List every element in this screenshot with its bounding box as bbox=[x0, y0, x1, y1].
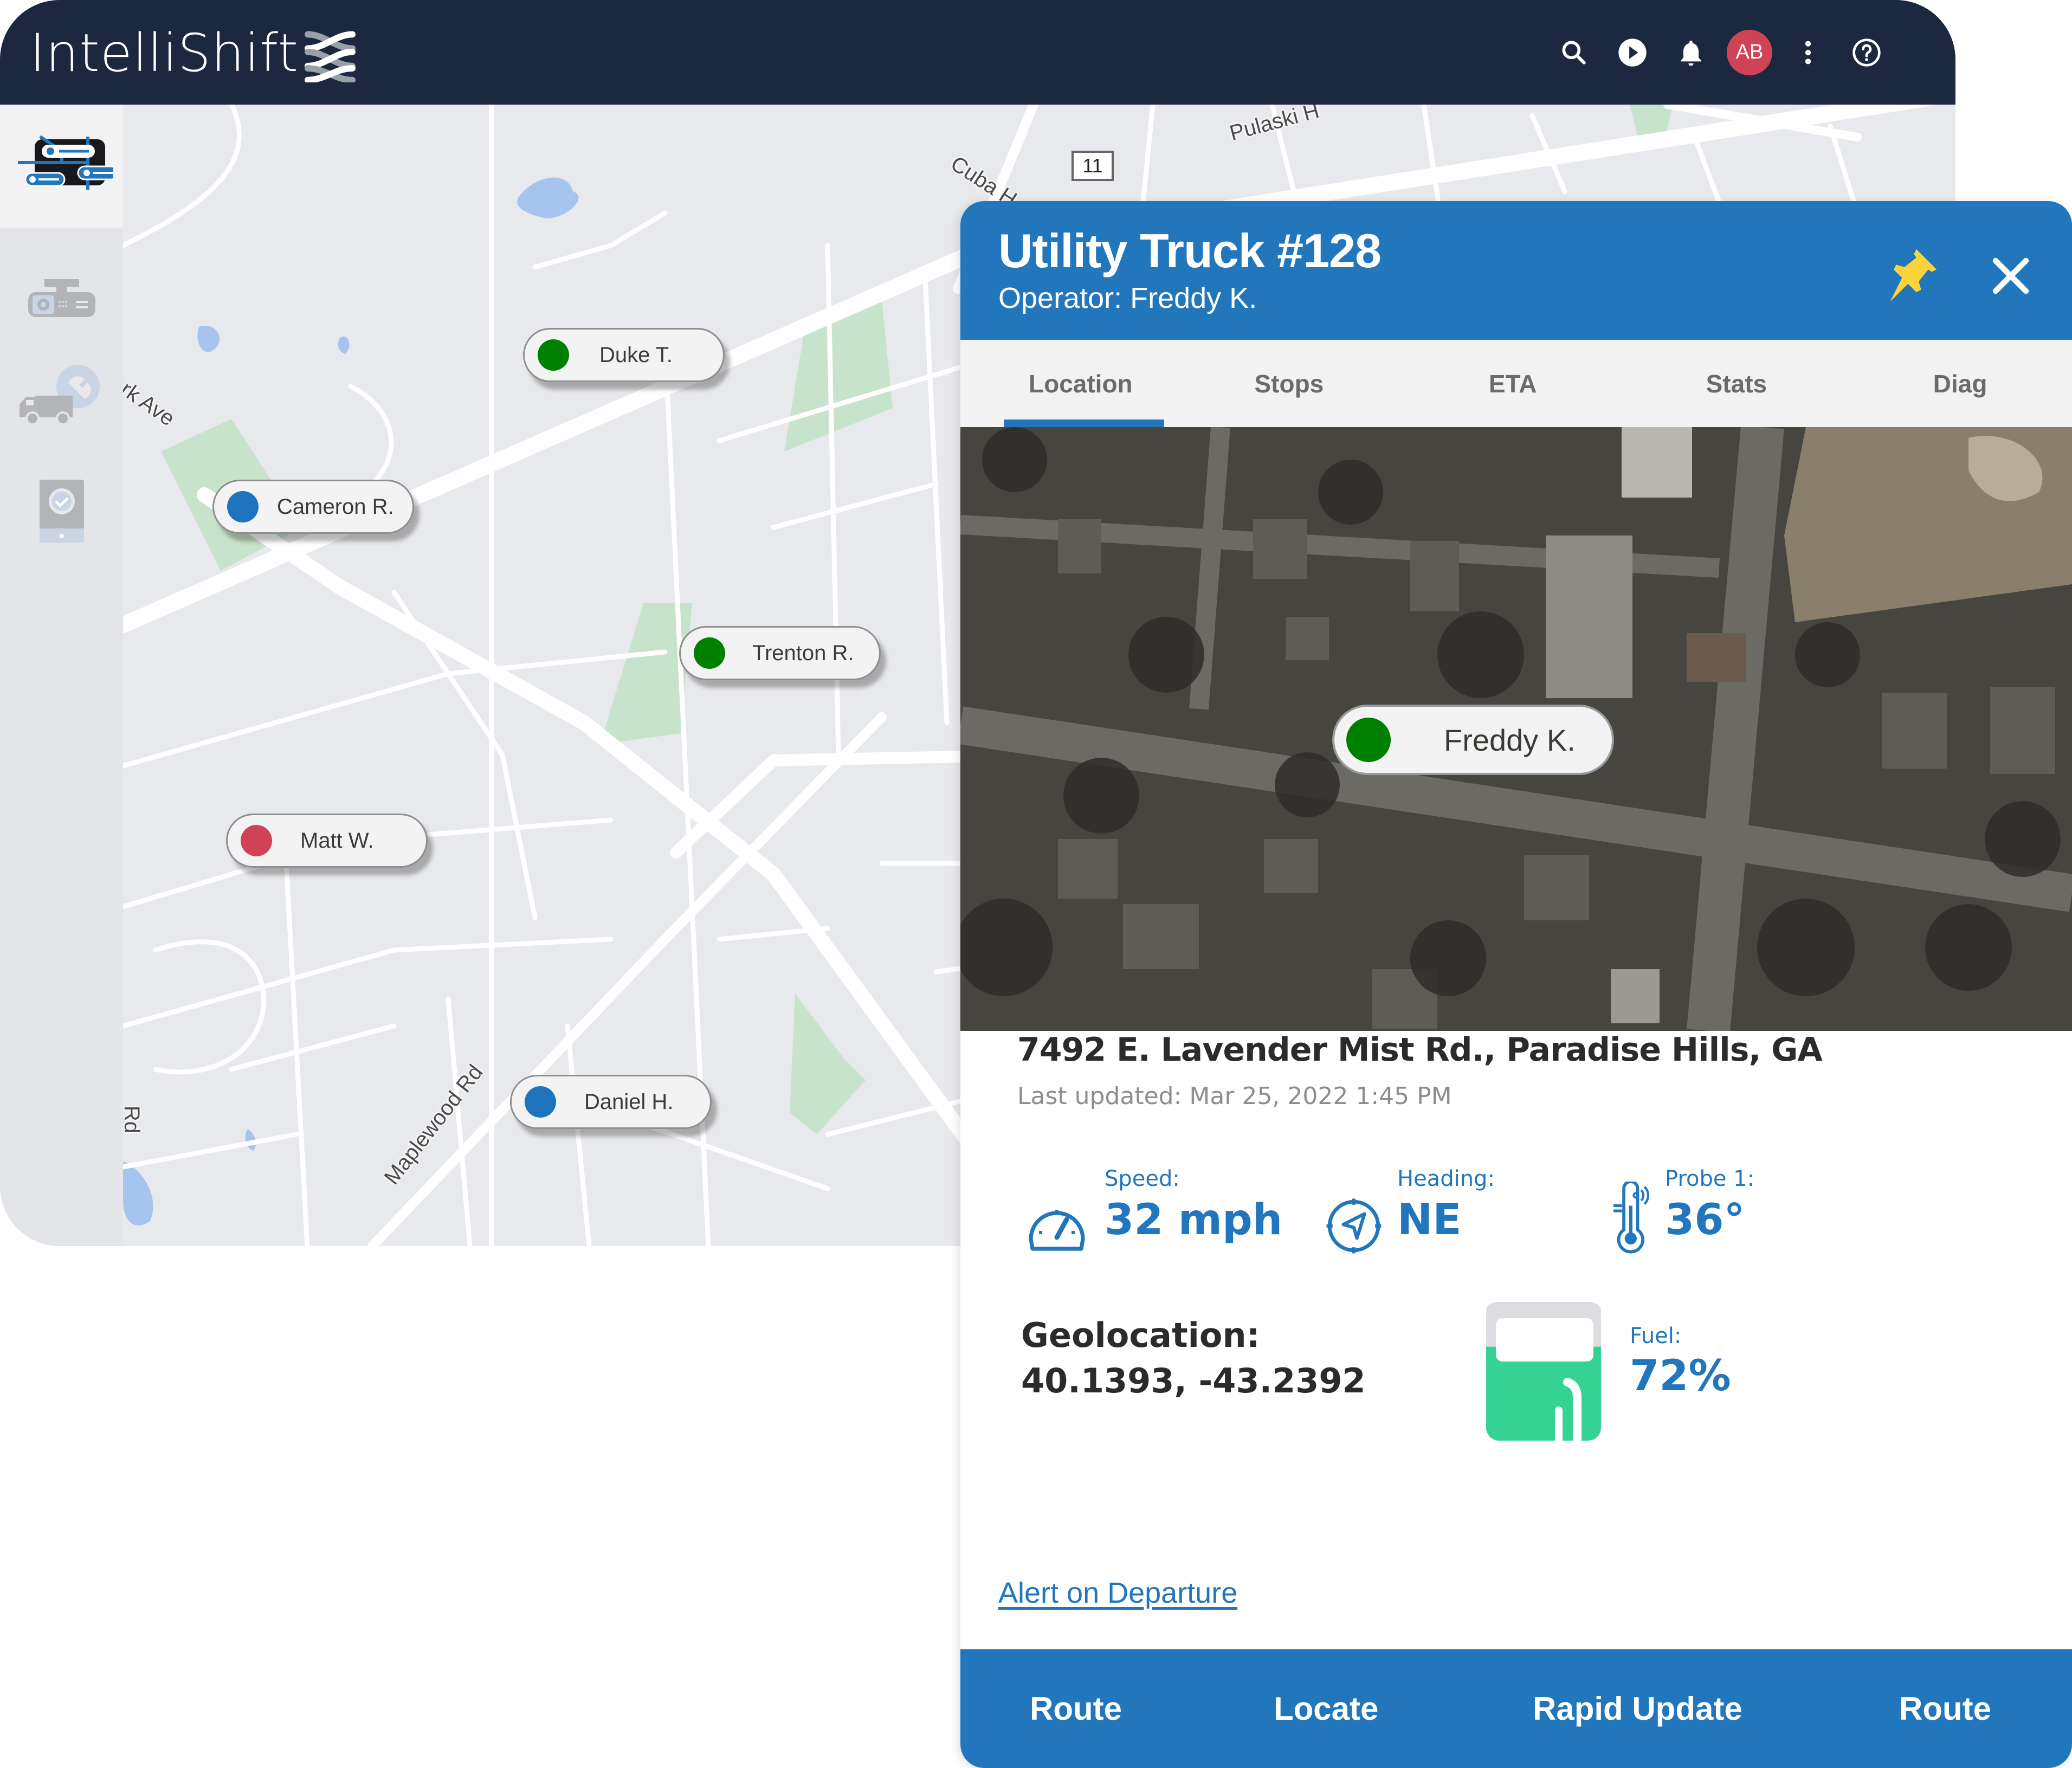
heading-label: Heading: bbox=[1397, 1166, 1495, 1191]
status-dot bbox=[525, 1086, 556, 1118]
probe-value: 36° bbox=[1665, 1196, 1745, 1244]
fuel-pump-icon bbox=[1486, 1302, 1601, 1441]
tab-eta[interactable]: ETA bbox=[1401, 340, 1625, 427]
close-button[interactable] bbox=[1985, 250, 2037, 302]
help-button[interactable] bbox=[1837, 23, 1896, 82]
rapid-update-button[interactable]: Rapid Update bbox=[1533, 1690, 1742, 1727]
notifications-button[interactable] bbox=[1662, 23, 1720, 82]
panel-tabs: Location Stops ETA Stats Diag bbox=[960, 340, 2072, 427]
truck-maintenance-icon bbox=[19, 365, 100, 425]
more-vertical-icon bbox=[1805, 41, 1811, 64]
sidebar bbox=[0, 105, 123, 1246]
header-actions: AB bbox=[1545, 0, 1896, 105]
panel-action-bar: Route Locate Rapid Update Route bbox=[960, 1649, 2072, 1768]
tab-stops[interactable]: Stops bbox=[1177, 340, 1401, 427]
locate-button[interactable]: Locate bbox=[1274, 1690, 1378, 1727]
fuel-value: 72% bbox=[1630, 1352, 1731, 1401]
pin-icon bbox=[1890, 249, 1937, 302]
sidebar-item-inspections[interactable] bbox=[0, 457, 123, 565]
last-updated: Last updated: Mar 25, 2022 1:45 PM bbox=[1017, 1082, 1452, 1110]
bell-icon bbox=[1681, 40, 1701, 66]
marker-label: Duke T. bbox=[599, 343, 673, 367]
operator-label: Operator: Freddy K. bbox=[998, 282, 1257, 314]
play-button[interactable] bbox=[1603, 23, 1662, 82]
status-dot bbox=[538, 339, 569, 371]
alert-on-departure-link[interactable]: Alert on Departure bbox=[998, 1576, 1237, 1610]
status-dot bbox=[241, 825, 272, 856]
close-icon bbox=[1992, 257, 2029, 294]
current-vehicle-marker[interactable]: Freddy K. bbox=[1332, 705, 1614, 775]
more-options-button[interactable] bbox=[1779, 23, 1837, 82]
geolocation-value: 40.1393, -43.2392 bbox=[1021, 1360, 1366, 1401]
live-map-icon bbox=[17, 135, 113, 190]
panel-header: Utility Truck #128 Operator: Freddy K. bbox=[960, 201, 2072, 340]
vehicle-title: Utility Truck #128 bbox=[998, 224, 1382, 278]
vehicle-detail-panel: Utility Truck #128 Operator: Freddy K. L… bbox=[960, 201, 2072, 1768]
satellite-map[interactable]: Freddy K. bbox=[960, 427, 2072, 1031]
search-button[interactable] bbox=[1545, 23, 1603, 82]
user-avatar[interactable]: AB bbox=[1727, 29, 1772, 75]
speedometer-icon bbox=[1029, 1210, 1085, 1251]
play-circle-icon bbox=[1618, 38, 1647, 67]
speed-label: Speed: bbox=[1105, 1166, 1180, 1191]
location-details: 7492 E. Lavender Mist Rd., Paradise Hill… bbox=[960, 1031, 2072, 1649]
geolocation-label: Geolocation: bbox=[1021, 1315, 1260, 1355]
brand-mark-icon bbox=[305, 31, 356, 82]
route-shield: 11 bbox=[1071, 151, 1114, 181]
geolocation: Geolocation: 40.1393, -43.2392 bbox=[1021, 1313, 1366, 1403]
pin-button[interactable] bbox=[1882, 244, 1941, 304]
vehicle-marker[interactable]: Duke T. bbox=[523, 328, 725, 382]
vehicle-marker[interactable]: Trenton R. bbox=[679, 626, 881, 680]
status-dot bbox=[227, 491, 259, 522]
vehicle-marker[interactable]: Daniel H. bbox=[510, 1075, 712, 1129]
fuel-label: Fuel: bbox=[1630, 1324, 1682, 1348]
tab-stats[interactable]: Stats bbox=[1625, 340, 1849, 427]
route-button-secondary[interactable]: Route bbox=[1899, 1690, 1991, 1727]
vehicle-marker[interactable]: Matt W. bbox=[226, 814, 428, 868]
probe-label: Probe 1: bbox=[1665, 1166, 1755, 1191]
tab-location[interactable]: Location bbox=[960, 340, 1177, 427]
sidebar-item-live-map[interactable] bbox=[0, 105, 123, 228]
mobile-inspection-icon bbox=[39, 480, 84, 543]
help-icon bbox=[1852, 38, 1881, 67]
dashcam-icon bbox=[28, 279, 95, 317]
brand-name: IntelliShift bbox=[30, 23, 299, 83]
marker-label: Daniel H. bbox=[584, 1089, 674, 1114]
marker-label: Freddy K. bbox=[1444, 722, 1576, 757]
marker-label: Matt W. bbox=[300, 828, 374, 853]
tab-diag[interactable]: Diag bbox=[1848, 340, 2072, 427]
app-header: IntelliShift AB bbox=[0, 0, 1955, 105]
vehicle-marker[interactable]: Cameron R. bbox=[212, 480, 414, 534]
brand-logo[interactable]: IntelliShift bbox=[30, 21, 359, 86]
thermometer-icon bbox=[1613, 1182, 1650, 1254]
sidebar-item-maintenance[interactable] bbox=[0, 343, 123, 451]
speed-value: 32 mph bbox=[1105, 1196, 1283, 1244]
vehicle-address: 7492 E. Lavender Mist Rd., Paradise Hill… bbox=[1017, 1031, 1823, 1069]
street-label-rd: Rd bbox=[123, 1105, 144, 1134]
route-button[interactable]: Route bbox=[1030, 1690, 1122, 1727]
search-icon bbox=[1562, 41, 1586, 64]
marker-label: Trenton R. bbox=[752, 641, 854, 665]
compass-icon bbox=[1326, 1198, 1382, 1254]
heading-value: NE bbox=[1397, 1196, 1462, 1244]
status-dot bbox=[1346, 718, 1391, 762]
status-dot bbox=[694, 637, 725, 669]
marker-label: Cameron R. bbox=[277, 494, 394, 519]
sidebar-item-dashcam[interactable] bbox=[0, 256, 123, 343]
